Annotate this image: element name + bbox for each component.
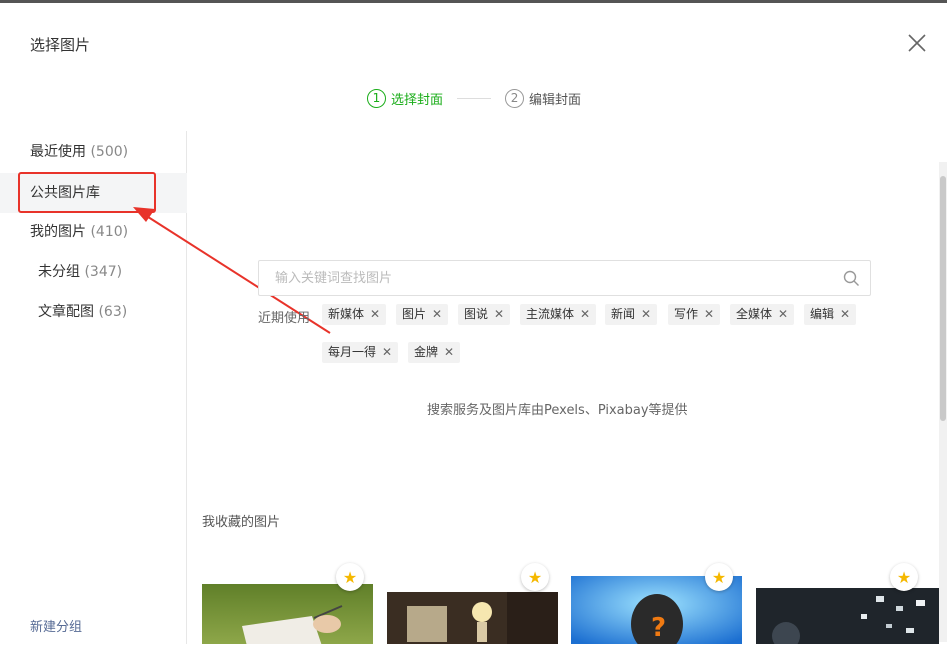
star-icon[interactable]: ★ bbox=[705, 563, 733, 591]
window-top-border bbox=[0, 0, 947, 3]
remove-tag-icon[interactable]: ✕ bbox=[778, 304, 788, 325]
remove-tag-icon[interactable]: ✕ bbox=[444, 342, 454, 363]
step-number: 1 bbox=[367, 89, 386, 108]
sidebar-item-count: (500) bbox=[90, 144, 129, 160]
sidebar-item-label: 公共图片库 bbox=[30, 185, 100, 201]
new-group-link[interactable]: 新建分组 bbox=[30, 616, 82, 635]
step-number: 2 bbox=[505, 89, 525, 108]
recent-tag[interactable]: 图说 ✕ bbox=[458, 304, 511, 325]
remove-tag-icon[interactable]: ✕ bbox=[641, 304, 651, 325]
sidebar-item-ungrouped[interactable]: 未分组 (347) bbox=[0, 252, 187, 292]
sidebar-item-count: (410) bbox=[90, 224, 129, 240]
step-select-cover: 1 选择封面 bbox=[367, 89, 443, 108]
sidebar-item-label: 文章配图 bbox=[38, 304, 94, 320]
sidebar-item-label: 最近使用 bbox=[30, 144, 86, 160]
tag-label: 每月一得 bbox=[328, 345, 377, 359]
remove-tag-icon[interactable]: ✕ bbox=[370, 304, 380, 325]
tag-label: 编辑 bbox=[810, 307, 835, 321]
recent-tag[interactable]: 编辑 ✕ bbox=[804, 304, 857, 325]
tag-label: 金牌 bbox=[414, 345, 439, 359]
step-label: 编辑封面 bbox=[529, 93, 582, 108]
remove-tag-icon[interactable]: ✕ bbox=[432, 304, 442, 325]
recent-tag[interactable]: 金牌 ✕ bbox=[408, 342, 461, 363]
recent-tag[interactable]: 图片 ✕ bbox=[396, 304, 449, 325]
scrollbar-thumb[interactable] bbox=[940, 176, 946, 421]
sidebar-item-count: (347) bbox=[84, 264, 123, 280]
sidebar-item-recent[interactable]: 最近使用 (500) bbox=[0, 132, 187, 172]
search-icon[interactable] bbox=[843, 270, 860, 287]
search-box[interactable] bbox=[258, 260, 871, 296]
tag-label: 新闻 bbox=[611, 307, 636, 321]
provider-note: 搜索服务及图片库由Pexels、Pixabay等提供 bbox=[427, 403, 688, 418]
recent-tag[interactable]: 全媒体 ✕ bbox=[730, 304, 795, 325]
recent-tag[interactable]: 新媒体 ✕ bbox=[322, 304, 387, 325]
tag-label: 新媒体 bbox=[328, 307, 365, 321]
sidebar-item-article-images[interactable]: 文章配图 (63) bbox=[0, 292, 187, 332]
recent-tag[interactable]: 每月一得 ✕ bbox=[322, 342, 399, 363]
recent-tag[interactable]: 新闻 ✕ bbox=[605, 304, 658, 325]
tag-label: 写作 bbox=[674, 307, 699, 321]
tag-label: 全媒体 bbox=[736, 307, 773, 321]
sidebar-item-count: (63) bbox=[98, 304, 128, 320]
recent-tag[interactable]: 写作 ✕ bbox=[668, 304, 721, 325]
sidebar-item-label: 我的图片 bbox=[30, 224, 86, 240]
remove-tag-icon[interactable]: ✕ bbox=[494, 304, 504, 325]
search-input[interactable] bbox=[259, 261, 819, 295]
scrollbar[interactable] bbox=[939, 162, 947, 642]
svg-text:?: ? bbox=[651, 613, 666, 643]
sidebar-item-public-library[interactable]: 公共图片库 bbox=[0, 173, 187, 213]
dialog-title: 选择图片 bbox=[30, 36, 91, 54]
tag-label: 主流媒体 bbox=[526, 307, 575, 321]
remove-tag-icon[interactable]: ✕ bbox=[704, 304, 714, 325]
bottom-edge bbox=[0, 644, 947, 672]
step-edit-cover: 2 编辑封面 bbox=[505, 89, 581, 108]
step-indicator: 1 选择封面 2 编辑封面 bbox=[367, 89, 581, 108]
tag-label: 图说 bbox=[464, 307, 489, 321]
remove-tag-icon[interactable]: ✕ bbox=[580, 304, 590, 325]
tag-label: 图片 bbox=[402, 307, 427, 321]
sidebar-item-my-images[interactable]: 我的图片 (410) bbox=[0, 212, 187, 252]
sidebar: 最近使用 (500) 公共图片库 我的图片 (410) 未分组 (347) 文章… bbox=[0, 131, 187, 672]
remove-tag-icon[interactable]: ✕ bbox=[382, 342, 392, 363]
step-label: 选择封面 bbox=[391, 93, 444, 108]
star-icon[interactable]: ★ bbox=[521, 563, 549, 591]
recent-tag[interactable]: 主流媒体 ✕ bbox=[520, 304, 597, 325]
sidebar-item-label: 未分组 bbox=[38, 264, 80, 280]
close-icon[interactable] bbox=[906, 32, 928, 54]
favorites-title: 我收藏的图片 bbox=[202, 515, 281, 530]
step-divider bbox=[457, 98, 492, 99]
remove-tag-icon[interactable]: ✕ bbox=[840, 304, 850, 325]
star-icon[interactable]: ★ bbox=[336, 563, 364, 591]
recent-tags-label: 近期使用 bbox=[258, 311, 311, 326]
star-icon[interactable]: ★ bbox=[890, 563, 918, 591]
